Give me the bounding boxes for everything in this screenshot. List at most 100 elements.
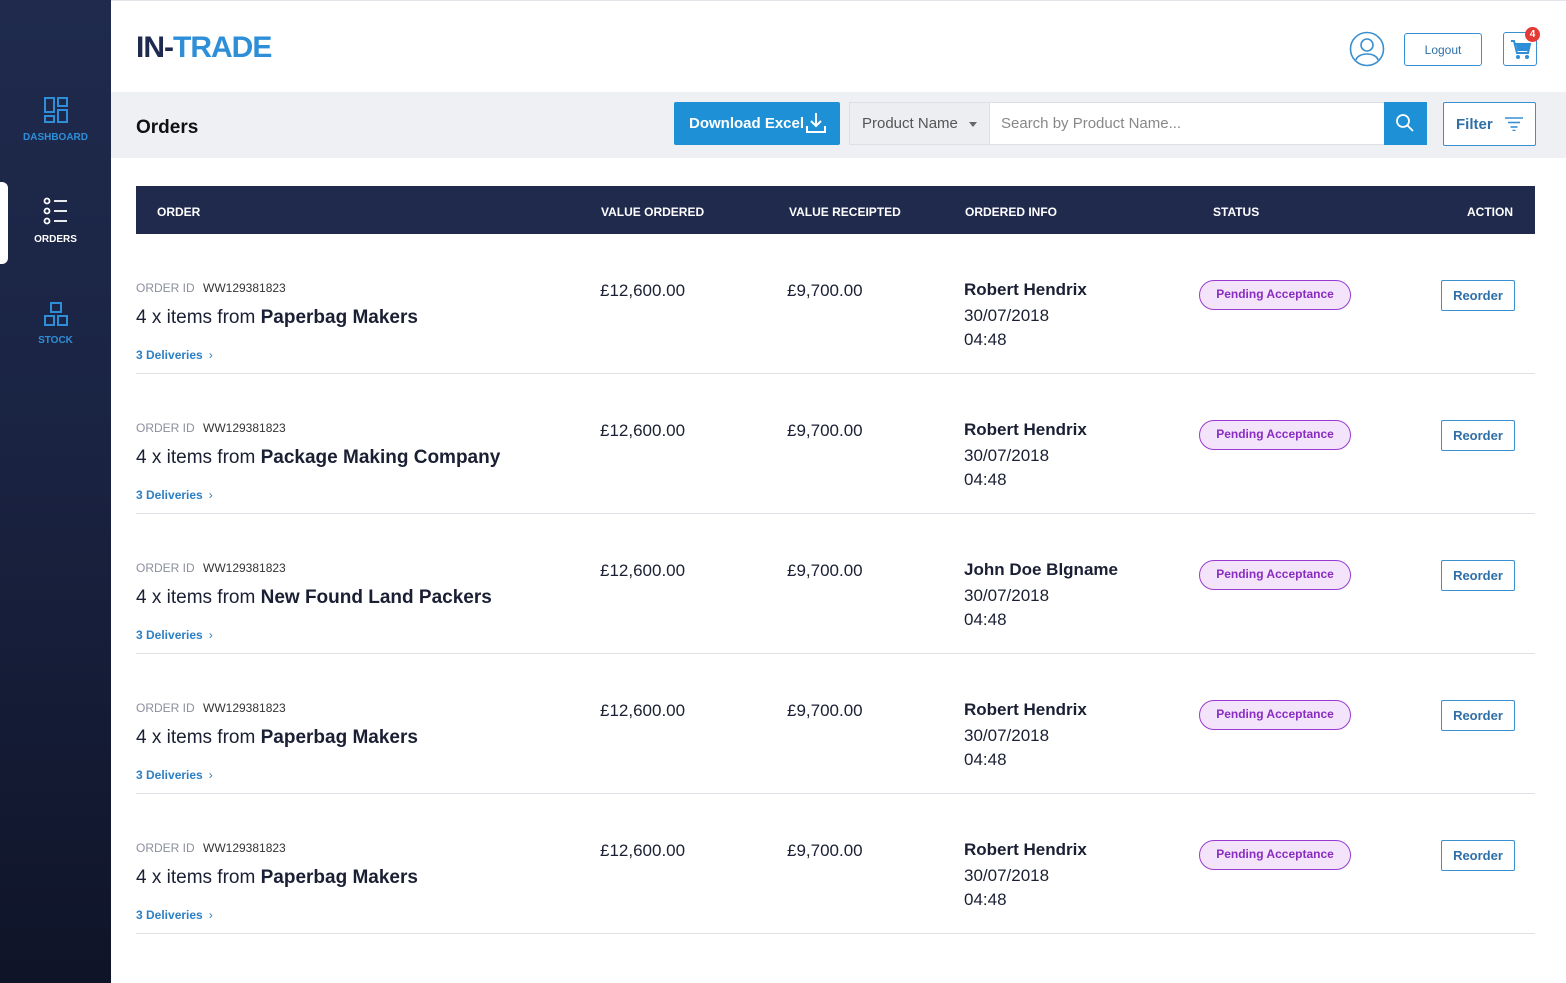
stock-icon (43, 302, 68, 326)
items-prefix: 4 x items from (136, 587, 256, 608)
value-receipted: £9,700.00 (787, 561, 863, 580)
items-prefix: 4 x items from (136, 727, 256, 748)
deliveries-label: 3 Deliveries (136, 488, 203, 502)
column-header-value-ordered: VALUE ORDERED (601, 205, 705, 219)
ordered-by: Robert Hendrix (964, 420, 1087, 439)
order-id: WW129381823 (203, 561, 286, 575)
deliveries-link[interactable]: 3 Deliveries › (136, 768, 213, 782)
app-logo[interactable]: IN-TRADE (136, 31, 272, 65)
ordered-time: 04:48 (964, 750, 1007, 769)
status-badge: Pending Acceptance (1199, 840, 1351, 870)
deliveries-link[interactable]: 3 Deliveries › (136, 348, 213, 362)
filter-button[interactable]: Filter (1443, 102, 1536, 146)
orders-table-body: ORDER ID WW129381823 4 x items from Pape… (136, 234, 1535, 934)
order-id: WW129381823 (203, 421, 286, 435)
orders-table-header: ORDER VALUE ORDERED VALUE RECEIPTED ORDE… (136, 186, 1535, 234)
sidebar-item-label: STOCK (38, 335, 73, 346)
sidebar-item-stock[interactable]: STOCK (0, 301, 111, 346)
supplier-name: New Found Land Packers (260, 587, 492, 608)
value-ordered: £12,600.00 (600, 841, 686, 860)
chevron-right-icon: › (208, 628, 213, 642)
dashboard-icon (43, 97, 68, 123)
logo-accent: TRADE (173, 31, 272, 64)
page-toolbar: Orders Download Excel Product Name Filte… (111, 92, 1566, 158)
value-receipted: £9,700.00 (787, 701, 863, 720)
sidebar-item-label: DASHBOARD (23, 132, 88, 143)
filter-label: Filter (1456, 115, 1493, 133)
cart-count-badge: 4 (1525, 27, 1540, 42)
column-header-value-receipted: VALUE RECEIPTED (789, 205, 901, 219)
supplier-name: Package Making Company (260, 447, 501, 468)
items-prefix: 4 x items from (136, 867, 256, 888)
column-header-order: ORDER (157, 205, 201, 219)
supplier-name: Paperbag Makers (260, 307, 418, 328)
sidebar-item-dashboard[interactable]: DASHBOARD (0, 96, 111, 143)
download-excel-label: Download Excel (689, 115, 805, 132)
order-id: WW129381823 (203, 841, 286, 855)
ordered-by: Robert Hendrix (964, 840, 1087, 859)
status-badge: Pending Acceptance (1199, 280, 1351, 310)
order-id: WW129381823 (203, 281, 286, 295)
deliveries-link[interactable]: 3 Deliveries › (136, 488, 213, 502)
ordered-by: Robert Hendrix (964, 280, 1087, 299)
search-icon (1396, 114, 1414, 132)
download-excel-button[interactable]: Download Excel (674, 102, 840, 145)
deliveries-label: 3 Deliveries (136, 628, 203, 642)
value-ordered: £12,600.00 (600, 421, 686, 440)
order-id-label: ORDER ID (136, 561, 195, 575)
table-row: ORDER ID WW129381823 4 x items from Pape… (136, 794, 1535, 934)
search-field-select[interactable]: Product Name (850, 103, 990, 144)
order-id-label: ORDER ID (136, 421, 195, 435)
value-receipted: £9,700.00 (787, 841, 863, 860)
ordered-date: 30/07/2018 (964, 866, 1050, 885)
deliveries-label: 3 Deliveries (136, 348, 203, 362)
ordered-time: 04:48 (964, 890, 1007, 909)
column-header-status: STATUS (1213, 205, 1260, 219)
filter-icon (1505, 117, 1523, 131)
table-row: ORDER ID WW129381823 4 x items from Pape… (136, 654, 1535, 794)
top-header: IN-TRADE Logout 4 (111, 0, 1566, 92)
user-avatar-icon[interactable] (1349, 31, 1385, 67)
reorder-button[interactable]: Reorder (1441, 840, 1515, 871)
items-prefix: 4 x items from (136, 307, 256, 328)
ordered-time: 04:48 (964, 330, 1007, 349)
order-items-summary: 4 x items from Paperbag Makers (136, 727, 418, 749)
ordered-date: 30/07/2018 (964, 446, 1050, 465)
order-id: WW129381823 (203, 701, 286, 715)
ordered-by: John Doe Blgname (964, 560, 1118, 579)
chevron-down-icon (969, 122, 977, 127)
sidebar-item-orders[interactable]: ORDERS (0, 196, 111, 245)
column-header-action: ACTION (1467, 205, 1513, 219)
deliveries-link[interactable]: 3 Deliveries › (136, 908, 213, 922)
order-id-label: ORDER ID (136, 701, 195, 715)
value-ordered: £12,600.00 (600, 561, 686, 580)
ordered-by: Robert Hendrix (964, 700, 1087, 719)
deliveries-link[interactable]: 3 Deliveries › (136, 628, 213, 642)
search-bar: Product Name (849, 102, 1427, 145)
supplier-name: Paperbag Makers (260, 867, 418, 888)
chevron-right-icon: › (208, 768, 213, 782)
items-prefix: 4 x items from (136, 447, 256, 468)
table-row: ORDER ID WW129381823 4 x items from New … (136, 514, 1535, 654)
search-button[interactable] (1384, 102, 1427, 145)
reorder-button[interactable]: Reorder (1441, 560, 1515, 591)
table-row: ORDER ID WW129381823 4 x items from Pack… (136, 374, 1535, 514)
table-row: ORDER ID WW129381823 4 x items from Pape… (136, 234, 1535, 374)
cart-icon (1511, 40, 1532, 59)
deliveries-label: 3 Deliveries (136, 768, 203, 782)
chevron-right-icon: › (208, 348, 213, 362)
supplier-name: Paperbag Makers (260, 727, 418, 748)
status-badge: Pending Acceptance (1199, 420, 1351, 450)
chevron-right-icon: › (208, 488, 213, 502)
value-ordered: £12,600.00 (600, 281, 686, 300)
order-id-label: ORDER ID (136, 281, 195, 295)
order-items-summary: 4 x items from Paperbag Makers (136, 867, 418, 889)
search-input[interactable] (991, 103, 1384, 144)
reorder-button[interactable]: Reorder (1441, 700, 1515, 731)
value-ordered: £12,600.00 (600, 701, 686, 720)
logout-button[interactable]: Logout (1404, 33, 1482, 66)
reorder-button[interactable]: Reorder (1441, 420, 1515, 451)
reorder-button[interactable]: Reorder (1441, 280, 1515, 311)
ordered-time: 04:48 (964, 470, 1007, 489)
logo-main: IN- (136, 31, 174, 64)
